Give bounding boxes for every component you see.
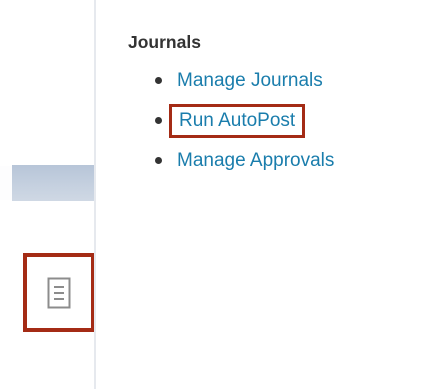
journals-section-title: Journals — [128, 32, 201, 52]
run-autopost-link[interactable]: Run AutoPost — [169, 104, 306, 138]
bullet-icon — [155, 157, 162, 164]
page: Journals Manage Journals Run AutoPost Ma… — [0, 0, 428, 389]
left-rail-divider — [94, 0, 96, 389]
bullet-icon — [155, 117, 162, 124]
manage-journals-link[interactable]: Manage Journals — [177, 70, 323, 92]
tasks-panel-button[interactable] — [23, 253, 95, 332]
document-list-icon — [47, 277, 71, 308]
rail-spacer — [0, 166, 12, 200]
left-rail — [0, 0, 96, 389]
bullet-icon — [155, 77, 162, 84]
rail-selected-band — [12, 165, 94, 201]
manage-approvals-link[interactable]: Manage Approvals — [177, 150, 334, 172]
